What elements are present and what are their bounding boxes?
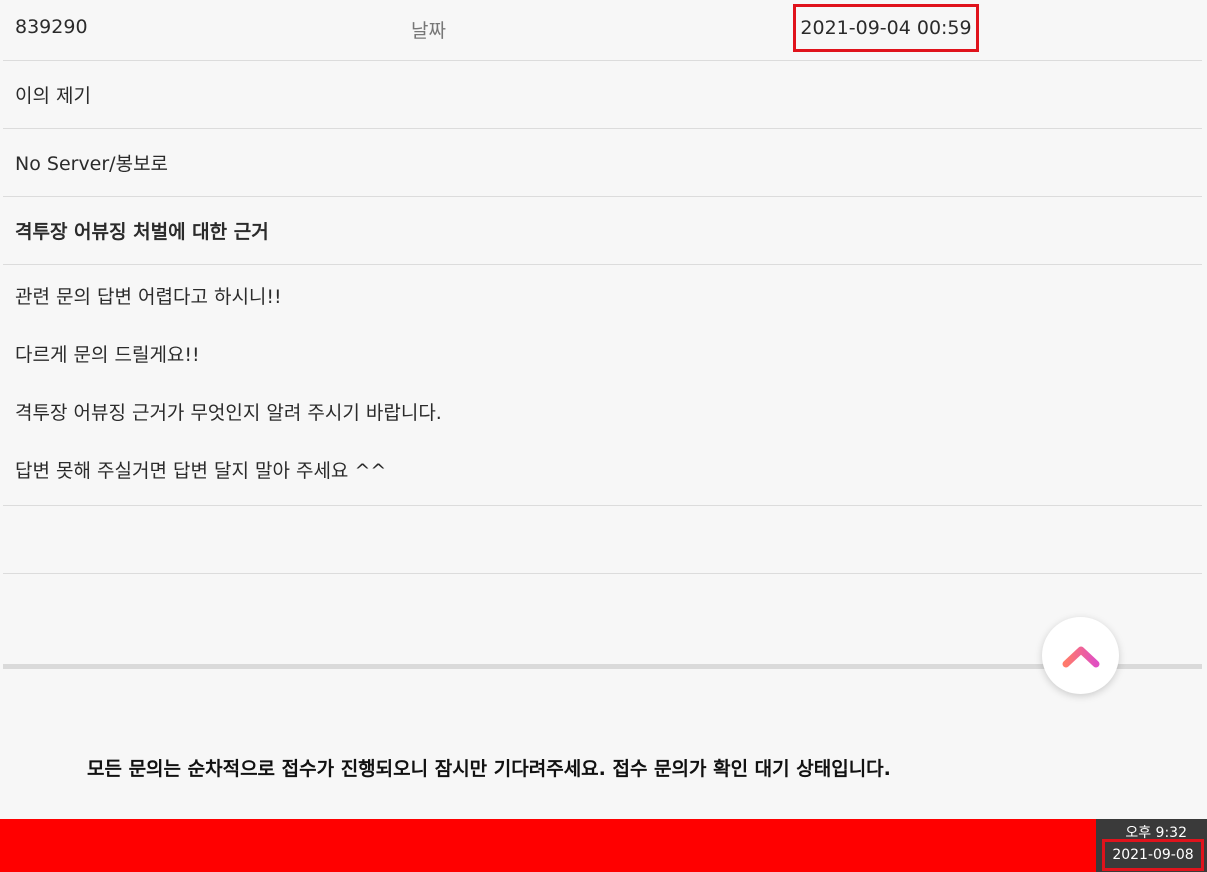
inquiry-detail: 839290 날짜 2021-09-04 00:59 이의 제기 No Serv… [3,0,1202,574]
post-server: No Server/봉보로 [3,129,1202,197]
chevron-up-icon [1062,646,1099,667]
body-line: 관련 문의 답변 어렵다고 하시니!! [15,286,282,308]
body-line: 답변 못해 주실거면 답변 달지 말아 주세요 ^^ [15,460,387,482]
body-line: 다르게 문의 드릴게요!! [15,344,200,366]
post-date: 2021-09-04 00:59 [793,4,979,52]
body-line: 격투장 어뷰징 근거가 무엇인지 알려 주시기 바랍니다. [15,402,442,424]
attachment-row [3,506,1202,574]
date-label: 날짜 [411,20,446,42]
server-text: No Server/봉보로 [15,153,169,175]
page: 839290 날짜 2021-09-04 00:59 이의 제기 No Serv… [0,0,1207,872]
post-id: 839290 [15,16,88,38]
taskbar [0,819,1096,872]
section-divider [3,664,1202,669]
category-text: 이의 제기 [15,85,91,107]
post-title: 격투장 어뷰징 처벌에 대한 근거 [3,197,1202,265]
tray-date: 2021-09-08 [1102,839,1204,871]
title-text: 격투장 어뷰징 처벌에 대한 근거 [15,221,269,243]
scroll-to-top-button[interactable] [1042,617,1119,694]
queue-notice: 모든 문의는 순차적으로 접수가 진행되오니 잠시만 기다려주세요. 접수 문의… [87,758,891,780]
post-category: 이의 제기 [3,61,1202,129]
post-body: 관련 문의 답변 어렵다고 하시니!! 다르게 문의 드릴게요!! 격투장 어뷰… [3,265,1202,506]
post-header-row: 839290 날짜 2021-09-04 00:59 [3,0,1202,61]
system-tray-clock[interactable]: 오후 9:32 2021-09-08 [1096,819,1207,872]
